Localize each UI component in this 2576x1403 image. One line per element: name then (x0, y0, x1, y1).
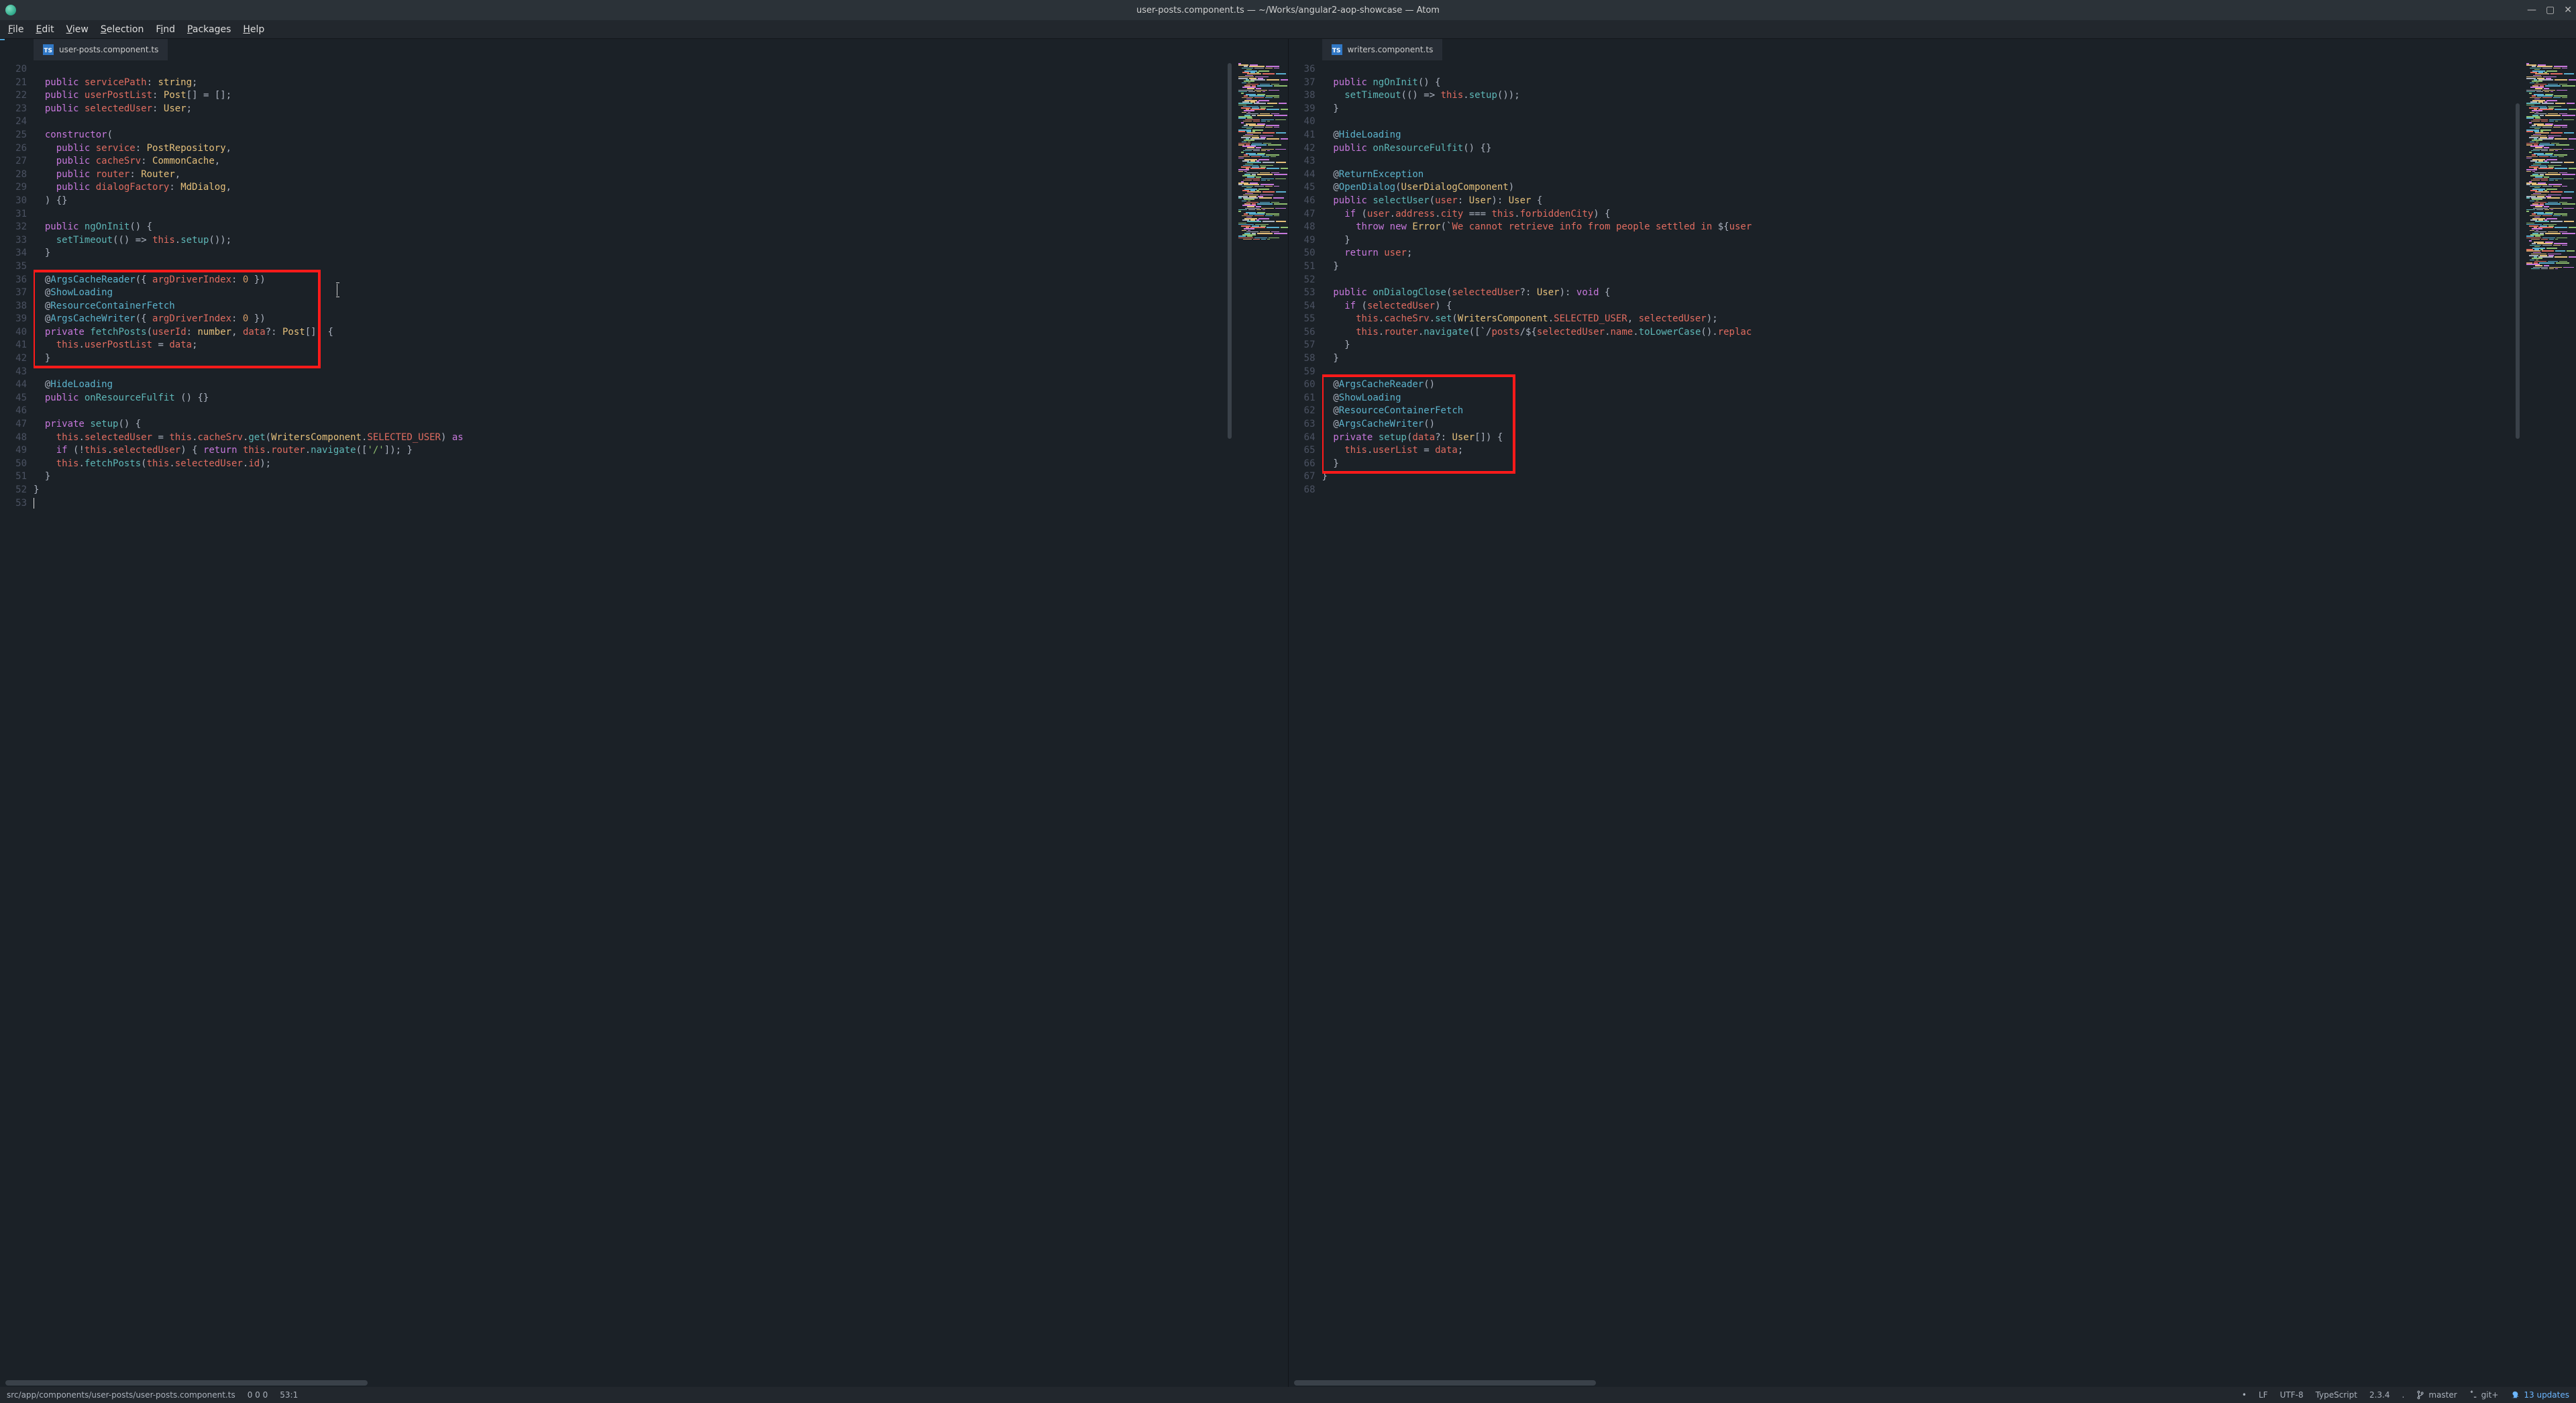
code-area[interactable]: public ngOnInit() { setTimeout(() => thi… (1322, 60, 2523, 1379)
app-icon (5, 5, 16, 15)
pane-right: TS writers.component.ts 3637383940414243… (1289, 39, 2576, 1387)
tab-label: writers.component.ts (1348, 45, 1434, 54)
status-dot2: . (2402, 1390, 2405, 1400)
horizontal-scrollbar[interactable] (1289, 1379, 2576, 1387)
status-eol[interactable]: LF (2259, 1390, 2268, 1400)
statusbar: src/app/components/user-posts/user-posts… (0, 1387, 2576, 1403)
editor-right[interactable]: 3637383940414243444546474849505152535455… (1289, 60, 2576, 1379)
typescript-icon: TS (43, 44, 54, 55)
status-encoding[interactable]: UTF-8 (2280, 1390, 2304, 1400)
gutter: 3637383940414243444546474849505152535455… (1289, 60, 1322, 1379)
branch-icon (2416, 1390, 2424, 1400)
pane-left: TS user-posts.component.ts 2021222324252… (0, 39, 1289, 1387)
vertical-scrollbar[interactable] (2514, 63, 2521, 1376)
window-title: user-posts.component.ts — ~/Works/angula… (1136, 5, 1440, 15)
menu-help[interactable]: Help (237, 23, 270, 36)
titlebar: user-posts.component.ts — ~/Works/angula… (0, 0, 2576, 20)
minimize-button[interactable]: — (2527, 5, 2536, 15)
workspace: TS user-posts.component.ts 2021222324252… (0, 39, 2576, 1387)
close-button[interactable]: ✕ (2564, 5, 2572, 15)
editor-left[interactable]: 2021222324252627282930313233343536373839… (0, 60, 1288, 1379)
menu-find[interactable]: Find (150, 23, 180, 36)
menubar: File Edit View Selection Find Packages H… (0, 20, 2576, 39)
maximize-button[interactable]: ▢ (2546, 5, 2555, 15)
tabs-left: TS user-posts.component.ts (0, 39, 1288, 60)
menu-file[interactable]: File (3, 23, 29, 36)
status-ts-version[interactable]: 2.3.4 (2369, 1390, 2390, 1400)
active-pane-indicator (0, 39, 5, 40)
tabs-right: TS writers.component.ts (1289, 39, 2576, 60)
status-branch[interactable]: master (2416, 1390, 2457, 1400)
squirrel-icon (2510, 1390, 2520, 1400)
horizontal-scrollbar[interactable] (0, 1379, 1288, 1387)
vertical-scrollbar[interactable] (1226, 63, 1233, 1376)
gutter: 2021222324252627282930313233343536373839… (0, 60, 34, 1379)
status-updates[interactable]: 13 updates (2510, 1390, 2569, 1400)
code-area[interactable]: public servicePath: string; public userP… (34, 60, 1234, 1379)
status-path[interactable]: src/app/components/user-posts/user-posts… (7, 1390, 235, 1400)
menu-selection[interactable]: Selection (95, 23, 150, 36)
diff-icon (2469, 1390, 2477, 1400)
menu-view[interactable]: View (61, 23, 94, 36)
minimap[interactable] (1234, 60, 1288, 1379)
tab-writers[interactable]: TS writers.component.ts (1322, 39, 1443, 60)
status-git[interactable]: git+ (2469, 1390, 2499, 1400)
tab-user-posts[interactable]: TS user-posts.component.ts (34, 39, 168, 60)
status-dot: • (2242, 1390, 2247, 1400)
status-language[interactable]: TypeScript (2316, 1390, 2357, 1400)
status-cursor-pos[interactable]: 53:1 (280, 1390, 298, 1400)
window-controls: — ▢ ✕ (2527, 5, 2572, 15)
typescript-icon: TS (1332, 44, 1342, 55)
minimap[interactable] (2522, 60, 2576, 1379)
menu-packages[interactable]: Packages (182, 23, 236, 36)
status-diagnostics[interactable]: 0 0 0 (248, 1390, 268, 1400)
menu-edit[interactable]: Edit (30, 23, 59, 36)
tab-label: user-posts.component.ts (59, 45, 158, 54)
